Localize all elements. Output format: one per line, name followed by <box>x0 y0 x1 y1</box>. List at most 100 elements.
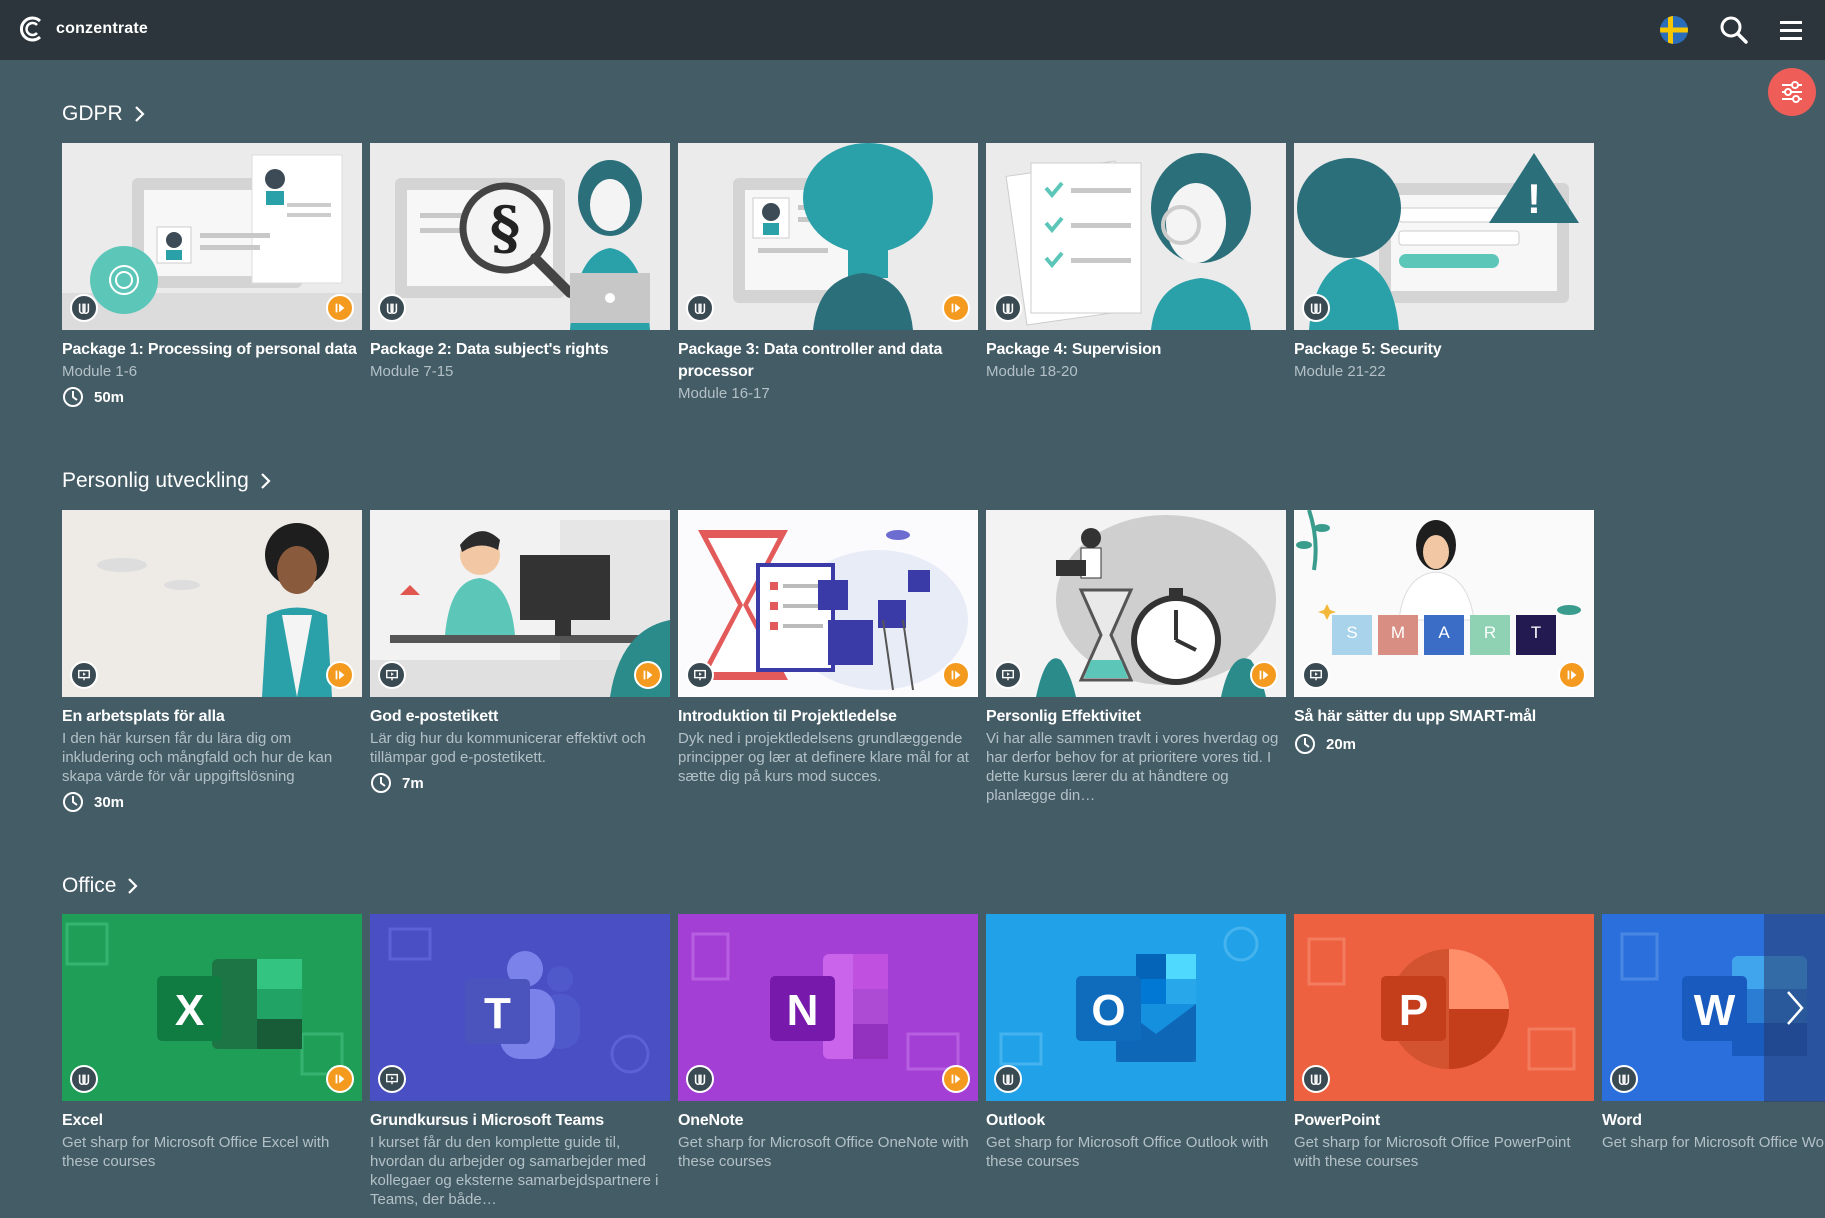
course-thumbnail[interactable]: T <box>370 914 670 1101</box>
course-card[interactable]: En arbetsplats för alla I den här kursen… <box>62 510 362 813</box>
course-card[interactable]: Introduktion til Projektledelse Dyk ned … <box>678 510 978 813</box>
course-card[interactable]: T Grundkursus i Microsoft Teams I kurset… <box>370 914 670 1209</box>
play-icon[interactable] <box>942 294 970 322</box>
course-subtitle: Vi har alle sammen travlt i vores hverda… <box>986 730 1279 804</box>
course-subtitle: Module 16-17 <box>678 385 770 402</box>
course-thumbnail[interactable]: § <box>370 143 670 330</box>
course-card[interactable]: X Excel Get sharp for Microsoft Office E… <box>62 914 362 1209</box>
section-header-office[interactable]: Office <box>62 871 140 901</box>
course-title[interactable]: En arbetsplats för alla <box>62 706 362 728</box>
scorm-badge-icon <box>686 294 714 322</box>
course-thumbnail[interactable] <box>986 510 1286 697</box>
course-thumbnail[interactable]: N <box>678 914 978 1101</box>
course-subtitle: Module 18-20 <box>986 363 1078 380</box>
svg-text:!: ! <box>1527 175 1541 222</box>
course-thumbnail[interactable]: S M A R T <box>1294 510 1594 697</box>
search-icon[interactable] <box>1718 14 1750 46</box>
course-thumbnail[interactable] <box>62 510 362 697</box>
course-illustration <box>62 510 362 697</box>
section-header-personlig-utveckling[interactable]: Personlig utveckling <box>62 466 273 496</box>
hamburger-menu-icon[interactable] <box>1776 14 1808 46</box>
course-title[interactable]: Personlig Effektivitet <box>986 706 1286 728</box>
course-title[interactable]: Excel <box>62 1110 362 1132</box>
course-title[interactable]: Outlook <box>986 1110 1286 1132</box>
course-title[interactable]: God e-postetikett <box>370 706 670 728</box>
course-card[interactable]: P PowerPoint Get sharp for Microsoft Off… <box>1294 914 1594 1209</box>
course-thumbnail[interactable] <box>986 143 1286 330</box>
course-title[interactable]: OneNote <box>678 1110 978 1132</box>
section-title: Office <box>62 874 117 897</box>
course-card[interactable]: God e-postetikett Lär dig hur du kommuni… <box>370 510 670 813</box>
course-card[interactable]: S M A R T Så här sätter du upp SMART-mål… <box>1294 510 1594 813</box>
course-card[interactable]: Package 1: Processing of personal data M… <box>62 143 362 408</box>
course-title[interactable]: Så här sätter du upp SMART-mål <box>1294 706 1594 728</box>
course-subtitle: Get sharp for Microsoft Office Word with… <box>1602 1134 1825 1151</box>
course-card[interactable]: N OneNote Get sharp for Microsoft Office… <box>678 914 978 1209</box>
video-badge-icon <box>70 661 98 689</box>
carousel-next-button[interactable] <box>1764 914 1825 1102</box>
course-illustration <box>678 510 978 697</box>
course-card[interactable]: O Outlook Get sharp for Microsoft Office… <box>986 914 1286 1209</box>
section-title: Personlig utveckling <box>62 469 249 492</box>
course-title[interactable]: Introduktion til Projektledelse <box>678 706 978 728</box>
course-thumbnail[interactable]: O <box>986 914 1286 1101</box>
clock-icon <box>63 792 83 812</box>
excel-letter: X <box>174 986 205 1035</box>
course-thumbnail[interactable]: ! <box>1294 143 1594 330</box>
course-duration: 7m <box>370 772 670 794</box>
outlook-letter: O <box>1091 986 1126 1035</box>
teams-letter: T <box>484 989 511 1038</box>
course-illustration <box>370 510 670 697</box>
course-title[interactable]: PowerPoint <box>1294 1110 1594 1132</box>
chevron-right-icon <box>134 106 145 122</box>
duration-label: 50m <box>94 388 125 406</box>
course-title[interactable]: Package 5: Security <box>1294 339 1594 361</box>
course-subtitle: Get sharp for Microsoft Office OneNote w… <box>678 1134 969 1170</box>
course-thumbnail[interactable] <box>678 510 978 697</box>
sweden-flag-icon[interactable] <box>1660 16 1688 44</box>
course-title[interactable]: Package 1: Processing of personal data <box>62 339 362 361</box>
course-thumbnail[interactable] <box>678 143 978 330</box>
scorm-badge-icon <box>70 1065 98 1093</box>
logo[interactable]: conzentrate <box>18 14 148 44</box>
course-card[interactable]: § Package 2: Data subject's rights Modul… <box>370 143 670 408</box>
scorm-badge-icon <box>686 1065 714 1093</box>
chevron-right-icon <box>128 878 139 894</box>
course-title[interactable]: Grundkursus i Microsoft Teams <box>370 1110 670 1132</box>
course-card[interactable]: ! Package 5: Security Module 21-22 <box>1294 143 1594 408</box>
course-thumbnail[interactable] <box>370 510 670 697</box>
play-icon[interactable] <box>326 1065 354 1093</box>
video-badge-icon <box>378 1065 406 1093</box>
play-icon[interactable] <box>942 661 970 689</box>
course-title[interactable]: Package 3: Data controller and data proc… <box>678 339 978 383</box>
section-header-gdpr[interactable]: GDPR <box>62 99 147 129</box>
course-card[interactable]: Package 3: Data controller and data proc… <box>678 143 978 408</box>
video-badge-icon <box>686 661 714 689</box>
powerpoint-letter: P <box>1398 986 1429 1035</box>
play-icon[interactable] <box>942 1065 970 1093</box>
course-thumbnail[interactable]: X <box>62 914 362 1101</box>
chevron-right-icon <box>1786 991 1804 1025</box>
course-card[interactable]: Personlig Effektivitet Vi har alle samme… <box>986 510 1286 813</box>
course-title[interactable]: Word <box>1602 1110 1825 1132</box>
course-title[interactable]: Package 2: Data subject's rights <box>370 339 670 361</box>
course-card[interactable]: Package 4: Supervision Module 18-20 <box>986 143 1286 408</box>
course-thumbnail[interactable]: P <box>1294 914 1594 1101</box>
play-icon[interactable] <box>326 294 354 322</box>
play-icon[interactable] <box>1558 661 1586 689</box>
course-title[interactable]: Package 4: Supervision <box>986 339 1286 361</box>
smart-letter-a: A <box>1438 623 1450 642</box>
course-thumbnail[interactable] <box>62 143 362 330</box>
course-subtitle: Lär dig hur du kommunicerar effektivt oc… <box>370 730 646 766</box>
course-row-office: X Excel Get sharp for Microsoft Office E… <box>62 914 1825 1209</box>
course-duration: 20m <box>1294 733 1594 755</box>
filter-button[interactable] <box>1768 68 1816 116</box>
clock-icon <box>1295 734 1315 754</box>
play-icon[interactable] <box>326 661 354 689</box>
course-illustration <box>986 510 1286 697</box>
course-row-gdpr: Package 1: Processing of personal data M… <box>62 143 1594 408</box>
play-icon[interactable] <box>1250 661 1278 689</box>
duration-label: 30m <box>94 793 125 811</box>
course-subtitle: Get sharp for Microsoft Office Excel wit… <box>62 1134 330 1170</box>
play-icon[interactable] <box>634 661 662 689</box>
